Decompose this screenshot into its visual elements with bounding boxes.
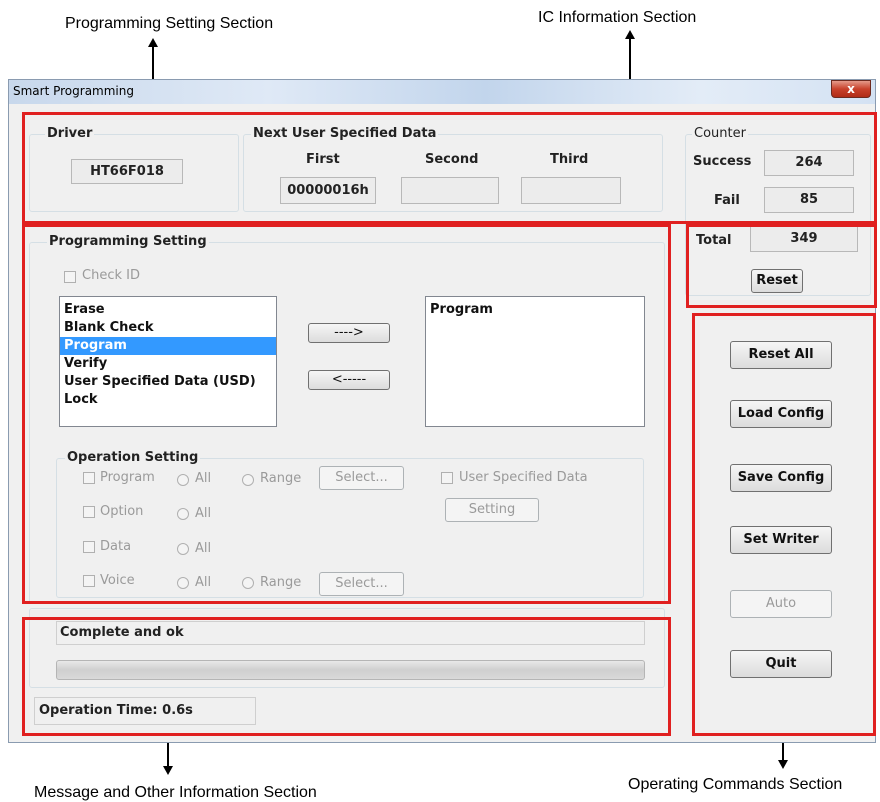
programming-setting-highlight bbox=[22, 224, 671, 604]
arrow-down-icon bbox=[778, 760, 788, 769]
annotation-operating-commands: Operating Commands Section bbox=[628, 776, 843, 793]
annotation-programming-setting: Programming Setting Section bbox=[65, 15, 274, 32]
ic-information-highlight bbox=[22, 112, 877, 224]
close-button[interactable]: x bbox=[831, 80, 871, 98]
counter-highlight bbox=[686, 224, 877, 308]
arrow-down-icon bbox=[163, 766, 173, 775]
message-section-highlight bbox=[22, 617, 671, 736]
close-icon: x bbox=[847, 82, 855, 96]
operating-commands-highlight bbox=[692, 313, 876, 736]
title-bar: Smart Programming x bbox=[9, 80, 875, 104]
window-title: Smart Programming bbox=[13, 84, 134, 98]
annotation-ic-information: IC Information Section bbox=[538, 9, 697, 26]
annotation-message-section: Message and Other Information Section bbox=[34, 784, 317, 801]
